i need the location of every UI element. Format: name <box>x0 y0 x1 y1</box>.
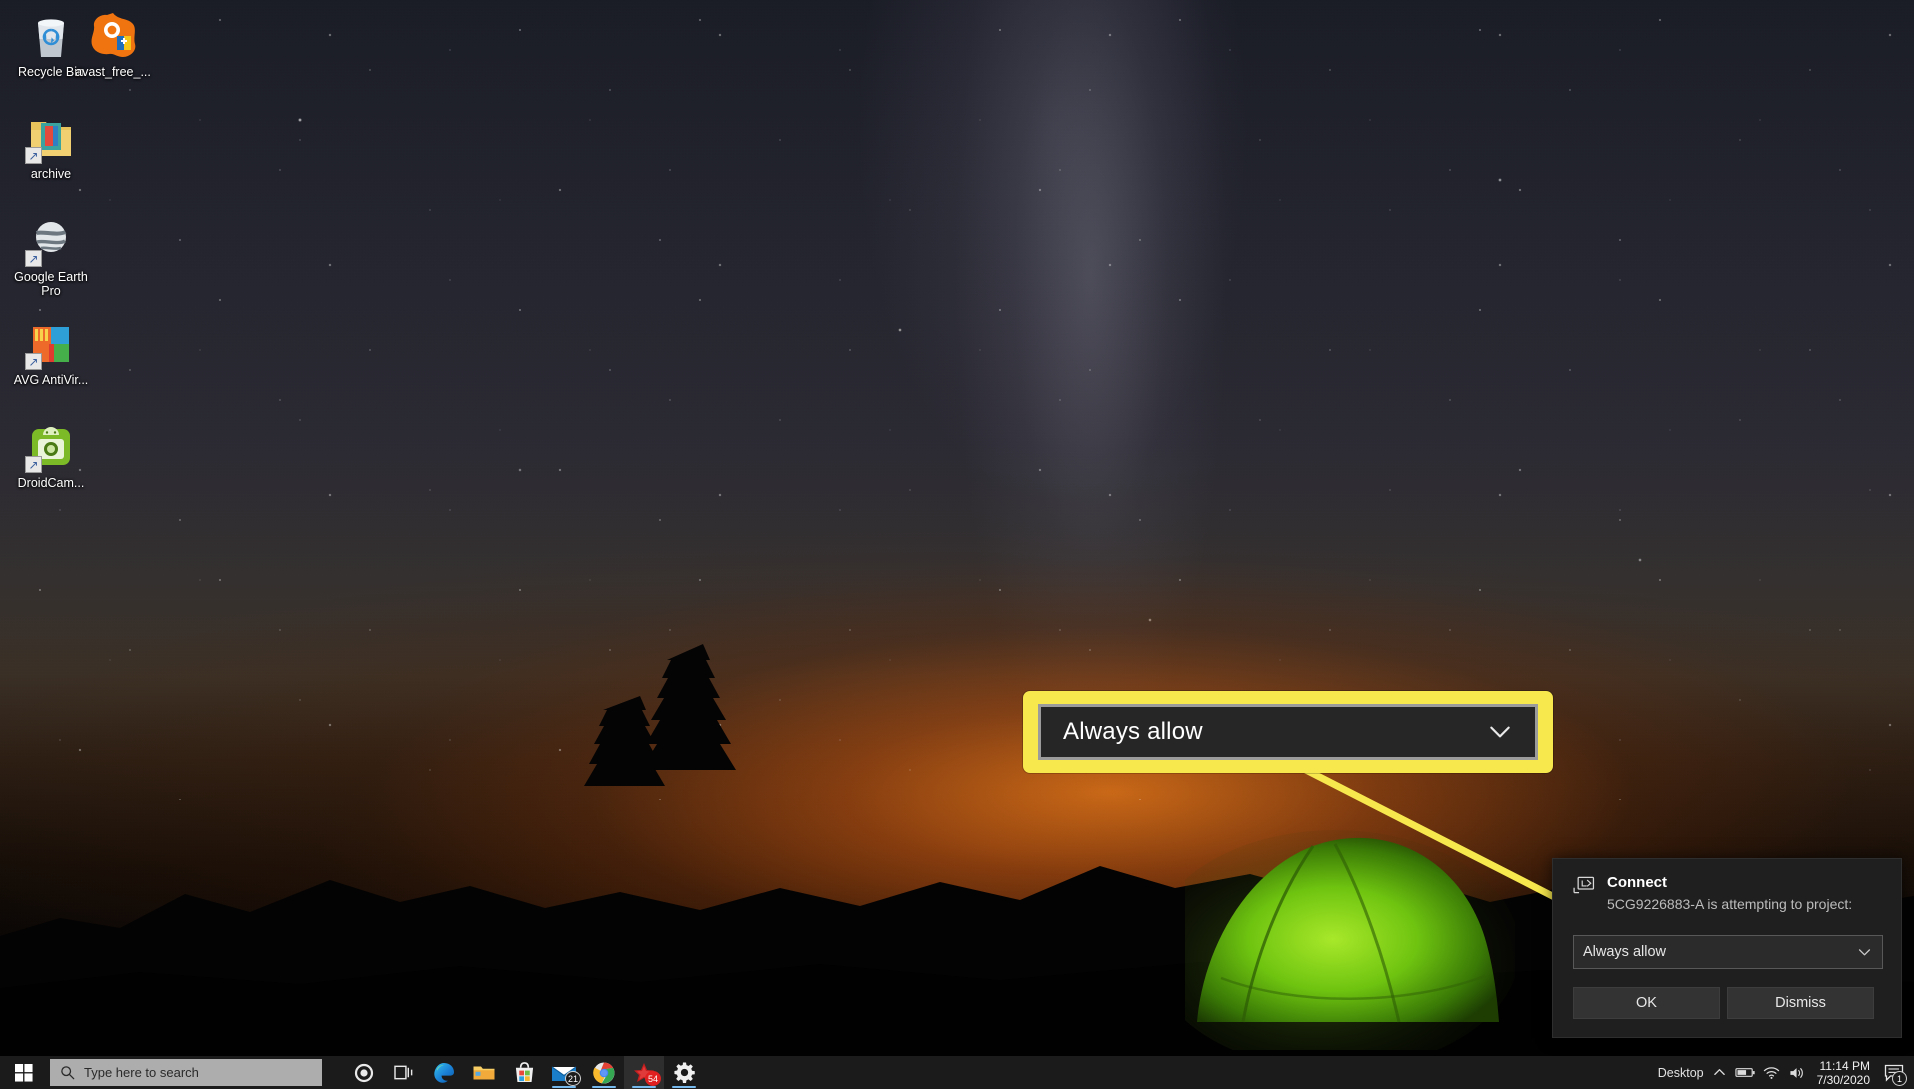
clock[interactable]: 11:14 PM 7/30/2020 <box>1817 1059 1870 1087</box>
settings-gear-icon[interactable] <box>664 1056 704 1089</box>
desktop-screen: Recycle Bin avast_free_... ↗archive ↗Goo… <box>0 0 1914 1089</box>
desktop-icon-label: DroidCam... <box>8 477 94 491</box>
desktop-icon-droidcam[interactable]: ↗ DroidCam... <box>8 421 94 491</box>
running-indicator <box>592 1086 616 1089</box>
taskbar: Type here to search <box>0 1056 1914 1089</box>
microsoft-store-icon[interactable] <box>504 1056 544 1089</box>
highlight-callout: Always allow <box>1023 691 1553 773</box>
permission-dropdown-value: Always allow <box>1583 944 1666 960</box>
droidcam-icon: ↗ <box>25 421 77 473</box>
volume-icon[interactable] <box>1785 1056 1811 1089</box>
connect-notification-toast[interactable]: Connect 5CG9226883-A is attempting to pr… <box>1552 858 1902 1038</box>
running-indicator <box>672 1086 696 1089</box>
cast-project-icon <box>1573 876 1595 894</box>
notification-center-icon[interactable]: 1 <box>1878 1056 1910 1089</box>
search-input[interactable]: Type here to search <box>50 1059 322 1086</box>
wifi-icon[interactable] <box>1759 1056 1785 1089</box>
show-desktop-label[interactable]: Desktop <box>1658 1066 1704 1080</box>
chevron-up-icon[interactable] <box>1707 1056 1733 1089</box>
desktop-icon-label: AVG AntiVir... <box>8 374 94 388</box>
battery-icon[interactable] <box>1733 1056 1759 1089</box>
desktop-icon-label: avast_free_... <box>70 66 156 80</box>
microsoft-edge-icon[interactable] <box>424 1056 464 1089</box>
shortcut-arrow-icon: ↗ <box>25 456 42 473</box>
app-icon[interactable]: 54 <box>624 1056 664 1089</box>
clock-date: 7/30/2020 <box>1817 1073 1870 1087</box>
glowing-tent <box>1185 800 1515 1050</box>
avast-icon <box>87 10 139 62</box>
shortcut-arrow-icon: ↗ <box>25 147 42 164</box>
ok-button[interactable]: OK <box>1573 987 1720 1019</box>
chevron-down-icon <box>1856 944 1873 961</box>
permission-dropdown[interactable]: Always allow <box>1573 935 1883 969</box>
desktop-icon-label: Google Earth Pro <box>8 271 94 298</box>
running-indicator <box>552 1086 576 1089</box>
cortana-icon[interactable] <box>344 1056 384 1089</box>
avg-antivirus-icon: ↗ <box>25 318 77 370</box>
google-earth-icon: ↗ <box>25 215 77 267</box>
mail-badge: 21 <box>565 1071 581 1086</box>
running-indicator <box>632 1086 656 1089</box>
desktop-icon-avg-antivirus[interactable]: ↗ AVG AntiVir... <box>8 318 94 388</box>
app-badge: 54 <box>645 1071 661 1086</box>
system-tray: Desktop <box>1658 1056 1914 1089</box>
callout-dropdown-value: Always allow <box>1063 718 1203 746</box>
search-icon <box>60 1065 75 1080</box>
search-placeholder: Type here to search <box>84 1065 199 1080</box>
clock-time: 11:14 PM <box>1817 1059 1870 1073</box>
shortcut-arrow-icon: ↗ <box>25 353 42 370</box>
folder-archive-icon: ↗ <box>25 112 77 164</box>
desktop-icon-avast[interactable]: avast_free_... <box>70 10 156 80</box>
notification-badge: 1 <box>1892 1071 1907 1086</box>
desktop-icon-google-earth[interactable]: ↗ Google Earth Pro <box>8 215 94 298</box>
toast-title: Connect <box>1607 873 1667 892</box>
task-view-icon[interactable] <box>384 1056 424 1089</box>
toast-message: 5CG9226883-A is attempting to project: <box>1607 895 1852 913</box>
chevron-down-icon <box>1487 719 1513 745</box>
dismiss-button[interactable]: Dismiss <box>1727 987 1874 1019</box>
mail-icon[interactable]: 21 <box>544 1056 584 1089</box>
desktop-icon-label: archive <box>8 168 94 182</box>
callout-dropdown[interactable]: Always allow <box>1038 704 1538 760</box>
windows-start-icon[interactable] <box>0 1056 48 1089</box>
shortcut-arrow-icon: ↗ <box>25 250 42 267</box>
file-explorer-icon[interactable] <box>464 1056 504 1089</box>
toast-header: Connect <box>1573 873 1667 894</box>
desktop-icon-folder-archive[interactable]: ↗ archive <box>8 112 94 182</box>
google-chrome-icon[interactable] <box>584 1056 624 1089</box>
